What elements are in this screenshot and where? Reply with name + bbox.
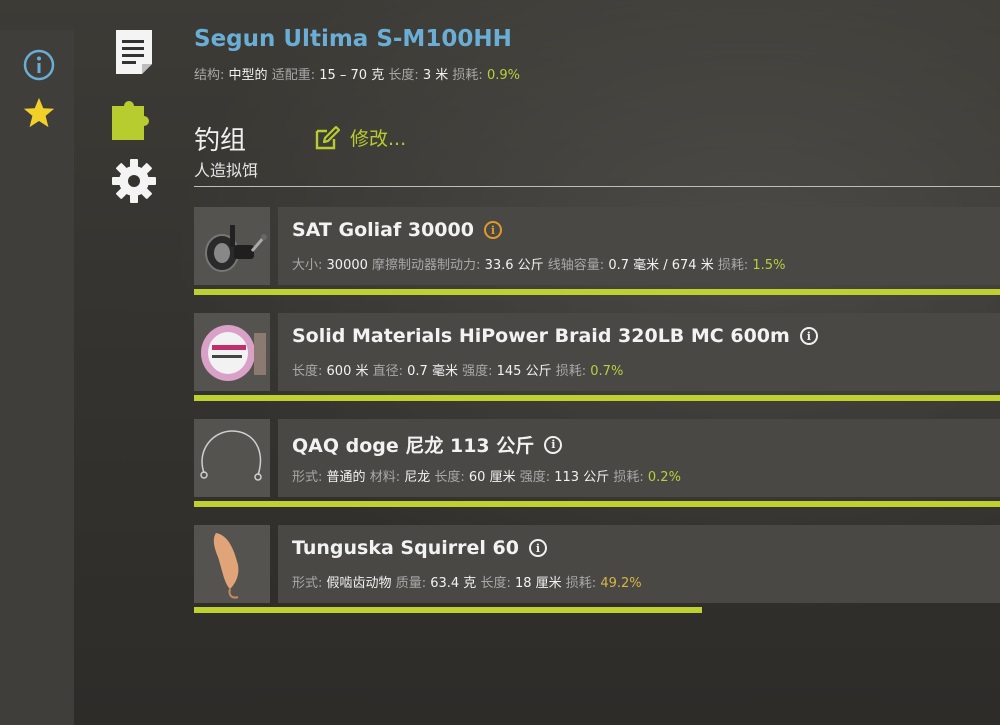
line-diameter-value: 0.7 毫米 <box>407 364 458 379</box>
reel-stats: 大小: 30000 摩擦制动器制动力: 33.6 公斤 线轴容量: 0.7 毫米… <box>292 254 785 273</box>
reel-drag-label: 摩擦制动器制动力: <box>372 258 481 273</box>
reel-slot[interactable]: SAT Goliaf 30000 i 大小: 30000 摩擦制动器制动力: 3… <box>194 207 1000 307</box>
reel-wear-label: 损耗: <box>717 258 749 273</box>
leader-wear-label: 损耗: <box>613 470 644 485</box>
info-icon[interactable]: i <box>483 221 502 239</box>
leader-name-text: QAQ doge 尼龙 113 公斤 <box>292 435 535 457</box>
condition-bar-fill <box>194 289 1000 295</box>
gear-icon[interactable] <box>110 157 158 205</box>
line-stats: 长度: 600 米 直径: 0.7 毫米 强度: 145 公斤 损耗: 0.7% <box>292 360 623 379</box>
line-diameter-label: 直径: <box>372 364 404 379</box>
line-strength-value: 145 公斤 <box>496 364 552 379</box>
reel-size-value: 30000 <box>326 258 368 273</box>
reel-capacity-value: 0.7 毫米 / 674 米 <box>608 258 714 273</box>
line-wear-value: 0.7% <box>590 364 624 379</box>
reel-drag-value: 33.6 公斤 <box>484 258 544 273</box>
reel-name-text: SAT Goliaf 30000 <box>292 219 474 241</box>
leader-slot[interactable]: QAQ doge 尼龙 113 公斤 i 形式: 普通的 材料: 尼龙 长度: … <box>194 419 1000 519</box>
line-slot[interactable]: Solid Materials HiPower Braid 320LB MC 6… <box>194 313 1000 413</box>
leader-material-label: 材料: <box>369 470 401 485</box>
condition-bar <box>194 501 1000 507</box>
divider <box>194 186 1000 187</box>
rod-stat-wear-label: 损耗: <box>452 68 483 83</box>
reel-wear-value: 1.5% <box>752 258 786 273</box>
line-thumbnail <box>194 313 270 391</box>
lure-mass-label: 质量: <box>395 576 427 591</box>
edit-icon <box>315 125 341 149</box>
line-name-text: Solid Materials HiPower Braid 320LB MC 6… <box>292 325 790 347</box>
rod-stat-lure-weight-value: 15 – 70 克 <box>319 68 385 83</box>
leader-length-value: 60 厘米 <box>468 470 516 485</box>
rod-stat-structure-value: 中型的 <box>228 68 268 83</box>
lure-mass-value: 63.4 克 <box>430 576 477 591</box>
rig-title: 钓组 <box>194 126 247 156</box>
lure-slot[interactable]: Tunguska Squirrel 60 i 形式: 假啮齿动物 质量: 63.… <box>194 525 1000 625</box>
rod-stat-length-label: 长度: <box>388 68 419 83</box>
lure-name-text: Tunguska Squirrel 60 <box>292 537 519 559</box>
leader-strength-label: 强度: <box>519 470 551 485</box>
lure-name: Tunguska Squirrel 60 i <box>292 537 547 559</box>
rod-stat-lure-weight-label: 适配重: <box>271 68 316 83</box>
modify-label: 修改... <box>350 128 407 150</box>
star-icon[interactable] <box>22 96 56 130</box>
line-card: Solid Materials HiPower Braid 320LB MC 6… <box>278 313 1000 391</box>
leader-stats: 形式: 普通的 材料: 尼龙 长度: 60 厘米 强度: 113 公斤 损耗: … <box>292 466 681 485</box>
info-icon[interactable] <box>22 48 56 82</box>
left-rail <box>0 30 74 725</box>
condition-bar-fill <box>194 607 702 613</box>
line-wear-label: 损耗: <box>555 364 587 379</box>
leader-wear-value: 0.2% <box>647 470 681 485</box>
condition-bar-fill <box>194 395 1000 401</box>
reel-thumbnail <box>194 207 270 285</box>
lure-thumbnail <box>194 525 270 603</box>
lure-length-label: 长度: <box>480 576 511 591</box>
rig-subtitle: 人造拟饵 <box>194 161 259 180</box>
rod-stats: 结构: 中型的 适配重: 15 – 70 克 长度: 3 米 损耗: 0.9% <box>194 64 520 83</box>
lure-card: Tunguska Squirrel 60 i 形式: 假啮齿动物 质量: 63.… <box>278 525 1000 603</box>
line-strength-label: 强度: <box>462 364 493 379</box>
modify-button[interactable]: 修改... <box>314 124 406 151</box>
leader-thumbnail <box>194 419 270 497</box>
condition-bar <box>194 395 1000 401</box>
leader-strength-value: 113 公斤 <box>554 470 610 485</box>
leader-name: QAQ doge 尼龙 113 公斤 i <box>292 431 563 458</box>
reel-name: SAT Goliaf 30000 i <box>292 219 502 241</box>
line-name: Solid Materials HiPower Braid 320LB MC 6… <box>292 325 818 347</box>
reel-size-label: 大小: <box>292 258 323 273</box>
leader-length-label: 长度: <box>434 470 465 485</box>
condition-bar <box>194 607 1000 613</box>
condition-bar-fill <box>194 501 1000 507</box>
rod-stat-length-value: 3 米 <box>422 68 449 83</box>
rod-stat-structure-label: 结构: <box>194 68 225 83</box>
line-length-label: 长度: <box>292 364 323 379</box>
puzzle-icon[interactable] <box>110 94 158 142</box>
lure-length-value: 18 厘米 <box>514 576 562 591</box>
reel-card: SAT Goliaf 30000 i 大小: 30000 摩擦制动器制动力: 3… <box>278 207 1000 285</box>
lure-wear-label: 损耗: <box>565 576 597 591</box>
leader-material-value: 尼龙 <box>404 470 431 485</box>
lure-wear-value: 49.2% <box>600 576 642 591</box>
lure-form-value: 假啮齿动物 <box>326 576 392 591</box>
lure-stats: 形式: 假啮齿动物 质量: 63.4 克 长度: 18 厘米 损耗: 49.2% <box>292 572 642 591</box>
info-icon[interactable]: i <box>544 435 563 454</box>
leader-card: QAQ doge 尼龙 113 公斤 i 形式: 普通的 材料: 尼龙 长度: … <box>278 419 1000 497</box>
condition-bar <box>194 289 1000 295</box>
document-icon[interactable] <box>110 28 158 76</box>
leader-form-label: 形式: <box>292 470 323 485</box>
rod-stat-wear-value: 0.9% <box>486 68 520 83</box>
leader-form-value: 普通的 <box>326 470 366 485</box>
info-icon[interactable]: i <box>528 539 547 557</box>
reel-capacity-label: 线轴容量: <box>547 258 605 273</box>
rod-name: Segun Ultima S-M100HH <box>194 26 512 52</box>
lure-form-label: 形式: <box>292 576 323 591</box>
info-icon[interactable]: i <box>799 327 818 345</box>
line-length-value: 600 米 <box>326 364 369 379</box>
